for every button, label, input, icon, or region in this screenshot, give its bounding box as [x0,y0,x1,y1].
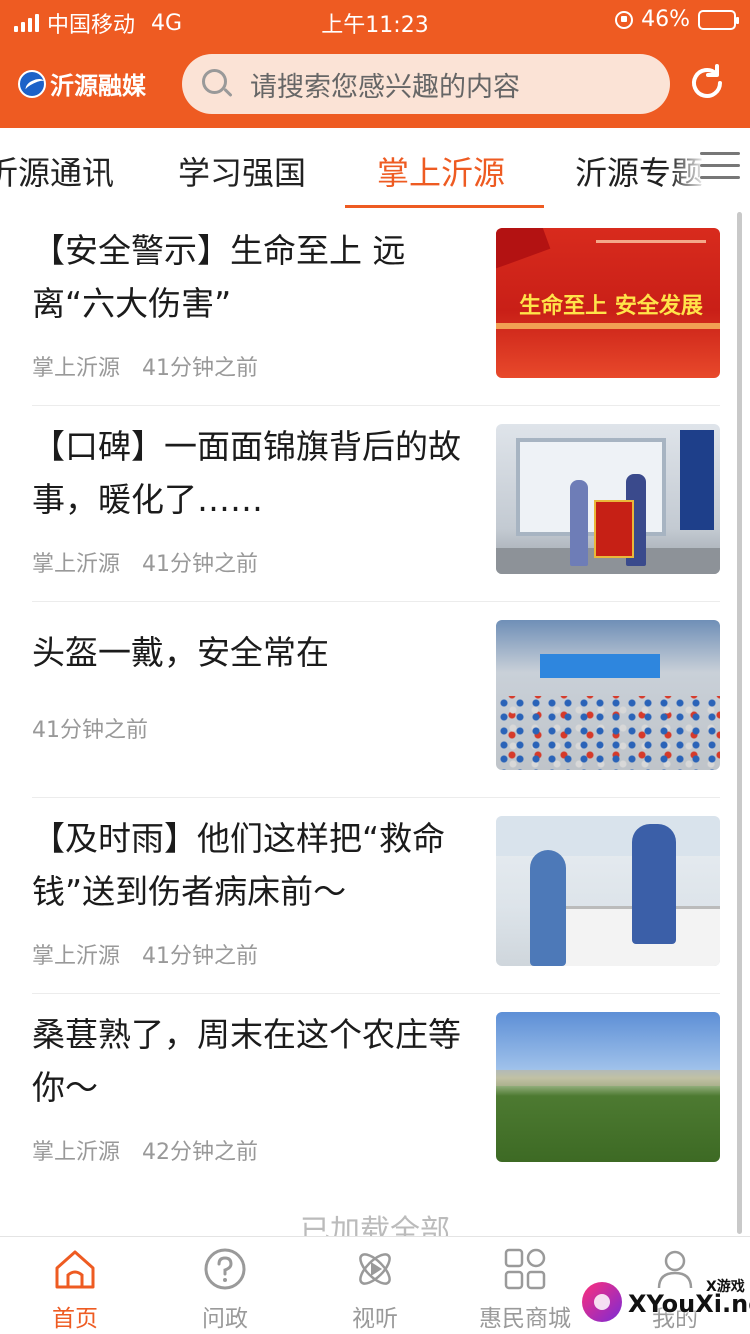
news-item[interactable]: 【安全警示】生命至上 远离“六大伤害” 掌上沂源 41分钟之前 生命至上 安全发展 [32,210,720,406]
feed-end-label: 已加载全部 [300,1214,450,1236]
watermark-text: XYouXi.net [628,1290,750,1318]
news-thumbnail [496,1012,720,1162]
news-feed: 【安全警示】生命至上 远离“六大伤害” 掌上沂源 41分钟之前 生命至上 安全发展… [0,210,750,1236]
news-item[interactable]: 【口碑】一面面锦旗背后的故事，暖化了…… 掌上沂源 41分钟之前 [32,406,720,602]
news-meta: 掌上沂源 41分钟之前 [32,546,258,578]
active-tab-indicator [345,205,544,208]
news-thumbnail [496,816,720,966]
thumbnail-banner-text: 生命至上 安全发展 [519,294,703,319]
news-time: 42分钟之前 [142,1140,259,1165]
news-title: 【口碑】一面面锦旗背后的故事，暖化了…… [32,427,461,519]
grid-icon [504,1248,546,1290]
nav-shiting[interactable]: 视听 [300,1247,450,1333]
news-time: 41分钟之前 [142,356,259,381]
nav-mall[interactable]: 惠民商城 [450,1247,600,1333]
news-meta: 掌上沂源 41分钟之前 [32,350,258,382]
news-title: 【及时雨】他们这样把“救命钱”送到伤者病床前～ [32,819,446,911]
media-play-icon [359,1253,391,1285]
logo-mark-icon [18,69,46,98]
home-icon [55,1250,95,1289]
news-time: 41分钟之前 [142,944,259,969]
news-item[interactable]: 桑葚熟了，周末在这个农庄等你～ 掌上沂源 42分钟之前 [32,994,720,1190]
news-source: 掌上沂源 [32,1140,121,1165]
search-icon [202,69,233,99]
news-thumbnail [496,424,720,574]
nav-label: 视听 [352,1306,398,1332]
news-title: 【安全警示】生命至上 远离“六大伤害” [32,231,406,323]
nav-label: 惠民商城 [479,1306,571,1332]
news-source: 掌上沂源 [32,552,121,577]
news-time: 41分钟之前 [32,718,148,743]
battery-icon [698,9,739,30]
tab-xuexi-qiangguo[interactable]: 学习强国 [178,148,306,194]
news-item[interactable]: 头盔一戴，安全常在 41分钟之前 [32,602,720,798]
search-bar[interactable]: 请搜索您感兴趣的内容 [182,54,670,114]
tab-yiyuan-news[interactable]: 沂源通讯 [0,148,114,194]
tab-zhangshang-yiyuan[interactable]: 掌上沂源 [377,148,505,194]
news-meta: 掌上沂源 41分钟之前 [32,938,258,970]
news-item[interactable]: 【及时雨】他们这样把“救命钱”送到伤者病床前～ 掌上沂源 41分钟之前 [32,798,720,994]
news-thumbnail: 生命至上 安全发展 [496,228,720,378]
app-logo[interactable]: 沂源融媒 [18,66,146,101]
news-meta: 掌上沂源 42分钟之前 [32,1134,258,1166]
nav-label: 问政 [202,1306,248,1332]
news-source: 掌上沂源 [32,944,121,969]
search-placeholder: 请搜索您感兴趣的内容 [250,71,520,103]
status-bar: 中国移动 4G 上午11:23 46% [0,0,750,40]
nav-label: 首页 [52,1306,98,1332]
scrollbar[interactable] [737,212,742,1234]
news-time: 41分钟之前 [142,552,259,577]
nav-home[interactable]: 首页 [0,1247,150,1333]
news-title: 桑葚熟了，周末在这个农庄等你～ [32,1015,461,1107]
news-meta: 41分钟之前 [32,712,148,744]
app-bar: 沂源融媒 请搜索您感兴趣的内容 [0,46,750,126]
app-header: 中国移动 4G 上午11:23 46% 沂源融媒 请搜索您感兴趣的内容 [0,0,750,128]
rotation-lock-icon [615,10,634,29]
news-source: 掌上沂源 [32,356,121,381]
logo-text: 沂源融媒 [50,72,146,100]
nav-wenzheng[interactable]: 问政 [150,1247,300,1333]
site-watermark: X游戏 XYouXi.net [582,1272,750,1334]
channel-menu-icon[interactable] [700,152,740,182]
news-thumbnail [496,620,720,770]
channel-tabs: 沂源通讯 学习强国 掌上沂源 沂源专题 [0,128,750,210]
watermark-logo-icon [582,1282,622,1322]
news-title: 头盔一戴，安全常在 [32,633,329,672]
status-right: 46% [615,7,739,32]
refresh-icon[interactable] [686,62,728,104]
question-icon [204,1248,246,1290]
battery-percent: 46% [641,7,690,32]
